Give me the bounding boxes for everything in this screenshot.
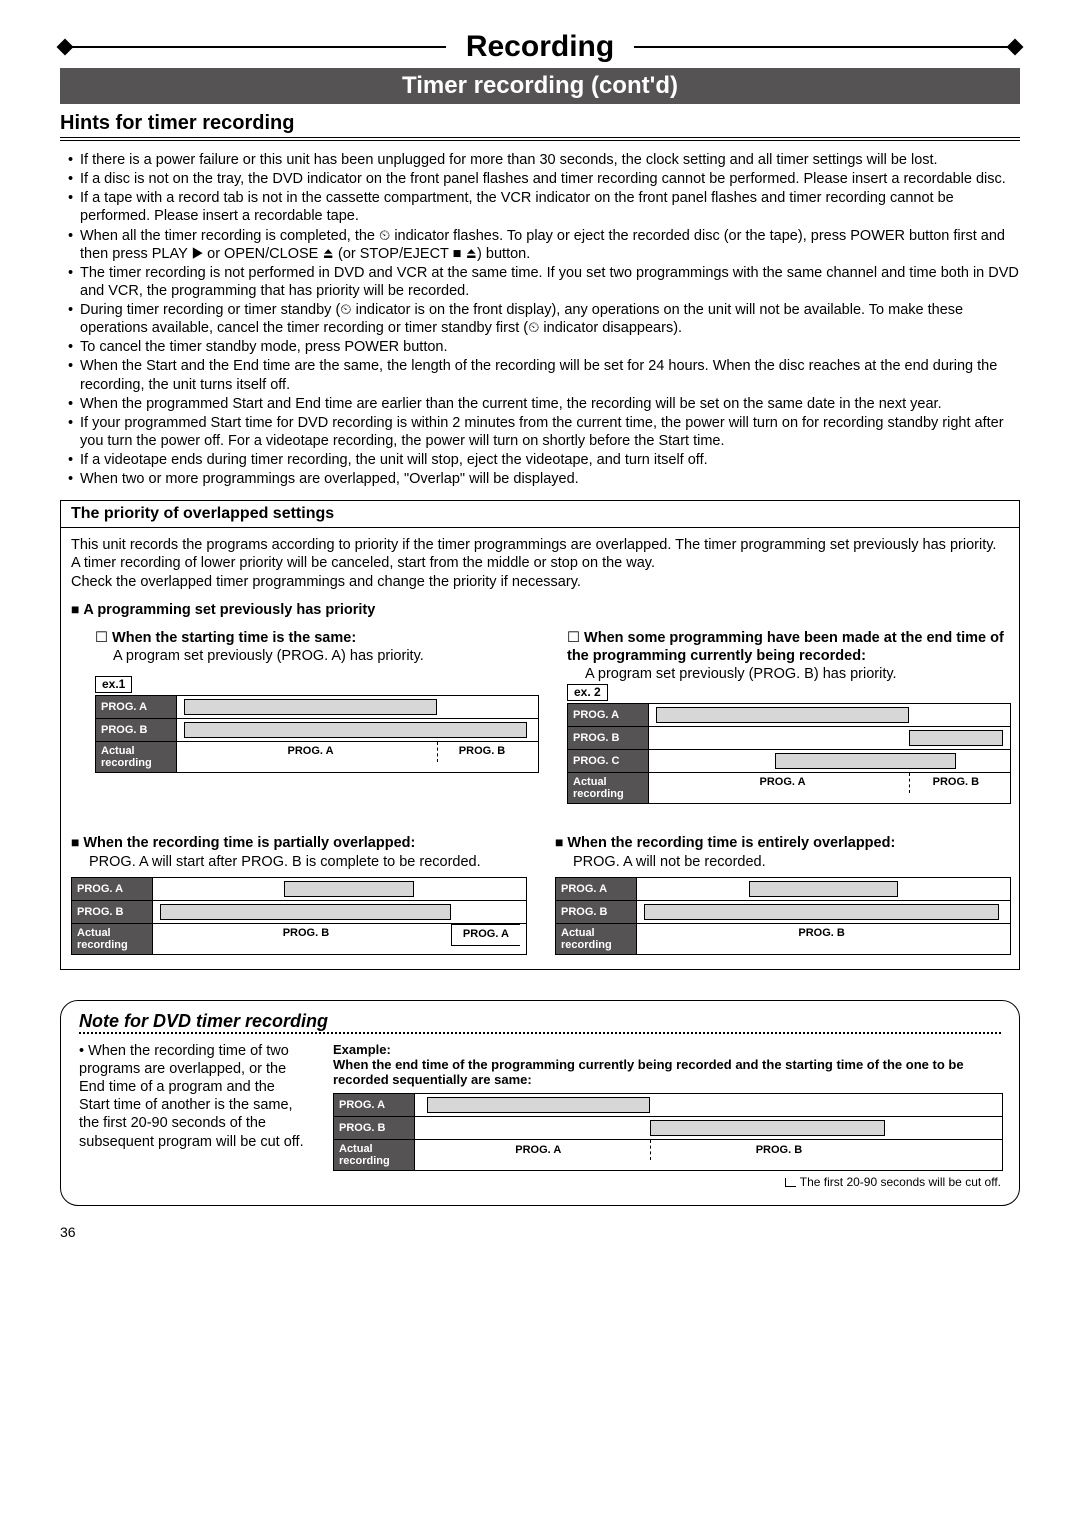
gantt-note: PROG. A PROG. B Actual recording PROG. A… — [333, 1093, 1003, 1171]
note-title: Note for DVD timer recording — [79, 1011, 1001, 1032]
case-1: ☐ When the starting time is the same: A … — [95, 629, 537, 805]
case-2: ☐ When some programming have been made a… — [567, 629, 1009, 805]
gantt-result: PROG. B — [160, 924, 452, 944]
box-intro: This unit records the programs according… — [71, 536, 1009, 554]
hint-item: The timer recording is not performed in … — [68, 264, 1020, 300]
example-label: ex. 2 — [567, 684, 608, 701]
hint-item: If a tape with a record tab is not in th… — [68, 189, 1020, 225]
hint-item: During timer recording or timer standby … — [68, 301, 1020, 337]
footnote-tick-icon — [785, 1178, 796, 1187]
gantt-row-label: PROG. B — [72, 901, 153, 923]
hint-item: If a videotape ends during timer recordi… — [68, 451, 1020, 469]
page-title-block: Recording — [60, 30, 1020, 64]
bullet-square-icon: ■ — [555, 834, 567, 850]
gantt-result: PROG. B — [909, 773, 1003, 793]
case-desc: PROG. A will start after PROG. B is comp… — [71, 853, 525, 871]
example-desc: When the end time of the programming cur… — [333, 1057, 1001, 1087]
gantt-row-label: Actual recording — [568, 773, 649, 803]
gantt-result: PROG. A — [184, 742, 438, 762]
case-desc: A program set previously (PROG. A) has p… — [95, 647, 537, 665]
dotted-divider — [79, 1032, 1001, 1034]
hint-item: If a disc is not on the tray, the DVD in… — [68, 170, 1020, 188]
gantt-row-label: Actual recording — [334, 1140, 415, 1170]
priority-box: The priority of overlapped settings This… — [60, 500, 1020, 970]
decor-line-left — [60, 46, 446, 48]
case-title: When the starting time is the same: — [112, 630, 356, 646]
gantt-result: PROG. B — [673, 1140, 884, 1160]
subheader: Timer recording (cont'd) — [60, 68, 1020, 104]
box-intro: A timer recording of lower priority will… — [71, 554, 1009, 572]
hint-item: If your programmed Start time for DVD re… — [68, 414, 1020, 450]
case-4: ■ When the recording time is entirely ov… — [555, 834, 1009, 954]
note-text: When the recording time of two programs … — [79, 1043, 304, 1150]
gantt-ex3: PROG. A PROG. B Actual recording PROG. B… — [71, 877, 527, 955]
gantt-ex4: PROG. A PROG. B Actual recording PROG. B — [555, 877, 1011, 955]
gantt-row-label: PROG. A — [72, 878, 153, 900]
case-desc: PROG. A will not be recorded. — [555, 853, 1009, 871]
gantt-row-label: PROG. B — [568, 727, 649, 749]
gantt-row-label: Actual recording — [72, 924, 153, 954]
footnote-text: The first 20-90 seconds will be cut off. — [800, 1175, 1001, 1189]
note-box: Note for DVD timer recording • When the … — [60, 1000, 1020, 1206]
example-heading: Example: — [333, 1042, 1001, 1057]
gantt-row-label: Actual recording — [96, 742, 177, 772]
checkbox-icon: ☐ — [95, 630, 112, 646]
case-3: ■ When the recording time is partially o… — [71, 834, 525, 954]
decor-line-right — [634, 46, 1020, 48]
box-intro: Check the overlapped timer programmings … — [71, 573, 1009, 591]
bullet-square-icon: ■ — [71, 834, 83, 850]
hint-item: When all the timer recording is complete… — [68, 227, 1020, 263]
section-heading: Hints for timer recording — [60, 112, 1020, 141]
case-title: When some programming have been made at … — [567, 630, 1004, 664]
bullet-icon: • — [79, 1043, 88, 1059]
gantt-result: PROG. B — [644, 924, 998, 944]
hint-item: If there is a power failure or this unit… — [68, 151, 1020, 169]
case-desc: A program set previously (PROG. B) has p… — [567, 665, 1009, 683]
example-label: ex.1 — [95, 676, 132, 693]
gantt-ex2: PROG. A PROG. B PROG. C Actual recording… — [567, 703, 1011, 804]
gantt-result: PROG. A — [656, 773, 910, 793]
gantt-row-label: PROG. C — [568, 750, 649, 772]
gantt-row-label: PROG. A — [556, 878, 637, 900]
box-heading: The priority of overlapped settings — [61, 501, 1019, 528]
gantt-row-label: Actual recording — [556, 924, 637, 954]
hint-item: When the Start and the End time are the … — [68, 357, 1020, 393]
bullet-square-icon: ■ — [71, 601, 83, 617]
gantt-result: PROG. A — [427, 1140, 651, 1160]
hint-item: When two or more programmings are overla… — [68, 470, 1020, 488]
gantt-row-label: PROG. B — [334, 1117, 415, 1139]
gantt-row-label: PROG. A — [568, 704, 649, 726]
gantt-row-label: PROG. B — [96, 719, 177, 741]
page-title: Recording — [446, 30, 634, 64]
gantt-row-label: PROG. A — [96, 696, 177, 718]
gantt-row-label: PROG. B — [556, 901, 637, 923]
rule-heading: A programming set previously has priorit… — [83, 602, 375, 618]
checkbox-icon: ☐ — [567, 630, 584, 646]
hints-list: If there is a power failure or this unit… — [60, 151, 1020, 488]
case-title: When the recording time is partially ove… — [83, 835, 415, 851]
gantt-row-label: PROG. A — [334, 1094, 415, 1116]
hint-item: To cancel the timer standby mode, press … — [68, 338, 1020, 356]
page-number: 36 — [60, 1224, 1020, 1240]
footnote: The first 20-90 seconds will be cut off. — [333, 1175, 1001, 1189]
gantt-result: PROG. A — [451, 924, 519, 946]
case-title: When the recording time is entirely over… — [567, 835, 895, 851]
hint-item: When the programmed Start and End time a… — [68, 395, 1020, 413]
gantt-ex1: PROG. A PROG. B Actual recording PROG. A… — [95, 695, 539, 773]
gantt-result: PROG. B — [437, 742, 527, 762]
